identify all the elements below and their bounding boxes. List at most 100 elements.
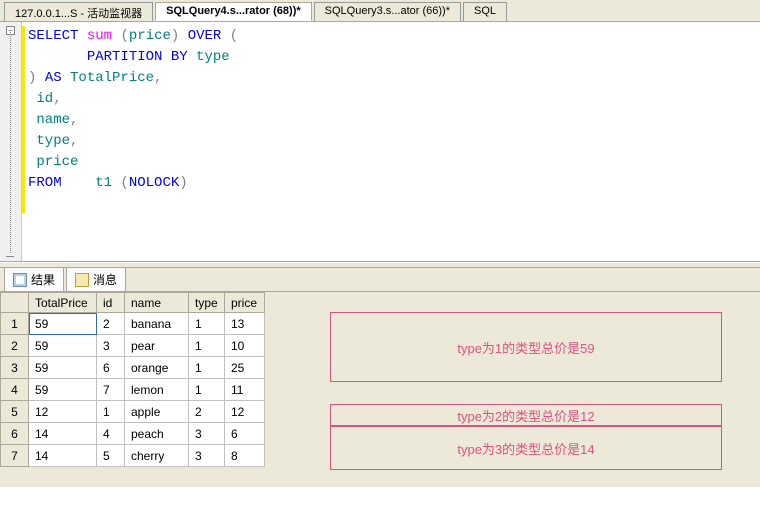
cell-type[interactable]: 3: [189, 445, 225, 467]
cell-id[interactable]: 7: [97, 379, 125, 401]
cell-price[interactable]: 10: [225, 335, 265, 357]
comma: ,: [70, 133, 78, 149]
row-number[interactable]: 6: [1, 423, 29, 445]
result-tabs: 结果 消息: [0, 268, 760, 292]
cell-price[interactable]: 12: [225, 401, 265, 423]
table-t1: t1: [95, 175, 112, 191]
col-type: type: [28, 133, 70, 149]
col-header-type[interactable]: type: [189, 293, 225, 313]
kw-partition: PARTITION: [87, 49, 163, 65]
cell-name[interactable]: orange: [125, 357, 189, 379]
row-number[interactable]: 5: [1, 401, 29, 423]
tab-messages[interactable]: 消息: [66, 267, 126, 292]
kw-select: SELECT: [28, 28, 78, 44]
cell-totalprice[interactable]: 59: [29, 357, 97, 379]
cell-totalprice[interactable]: 59: [29, 335, 97, 357]
table-row[interactable]: 4 59 7 lemon 1 11: [1, 379, 265, 401]
cell-price[interactable]: 13: [225, 313, 265, 335]
paren: (: [221, 28, 238, 44]
fold-line: [10, 30, 11, 253]
table-row[interactable]: 2 59 3 pear 1 10: [1, 335, 265, 357]
cell-type[interactable]: 1: [189, 335, 225, 357]
paren: ): [171, 28, 188, 44]
cell-type[interactable]: 2: [189, 401, 225, 423]
tab-results-label: 结果: [31, 271, 55, 288]
cell-type[interactable]: 1: [189, 313, 225, 335]
cell-totalprice[interactable]: 59: [29, 379, 97, 401]
cell-id[interactable]: 5: [97, 445, 125, 467]
table-row[interactable]: 7 14 5 cherry 3 8: [1, 445, 265, 467]
cell-type[interactable]: 3: [189, 423, 225, 445]
row-number[interactable]: 2: [1, 335, 29, 357]
table-row[interactable]: 1 59 2 banana 1 13: [1, 313, 265, 335]
cell-totalprice[interactable]: 59: [29, 313, 97, 335]
kw-nolock: NOLOCK: [129, 175, 179, 191]
results-grid[interactable]: TotalPrice id name type price 1 59 2 ban…: [0, 292, 265, 467]
cell-id[interactable]: 4: [97, 423, 125, 445]
col-price: price: [28, 154, 78, 170]
tab-messages-label: 消息: [93, 271, 117, 288]
corner-cell[interactable]: [1, 293, 29, 313]
kw-by: BY: [162, 49, 187, 65]
cell-price[interactable]: 8: [225, 445, 265, 467]
cell-price[interactable]: 6: [225, 423, 265, 445]
cell-id[interactable]: 1: [97, 401, 125, 423]
col-header-price[interactable]: price: [225, 293, 265, 313]
col-header-id[interactable]: id: [97, 293, 125, 313]
row-number[interactable]: 1: [1, 313, 29, 335]
tab-sqlquery3[interactable]: SQLQuery3.s...ator (66))*: [314, 2, 461, 21]
cell-totalprice[interactable]: 14: [29, 423, 97, 445]
message-icon: [75, 273, 89, 287]
indent: [28, 49, 87, 65]
kw-as: AS: [45, 70, 62, 86]
cell-name[interactable]: banana: [125, 313, 189, 335]
cell-name[interactable]: peach: [125, 423, 189, 445]
paren: ): [28, 70, 45, 86]
annotation-type1: type为1的类型总价是59: [330, 312, 722, 382]
table-row[interactable]: 3 59 6 orange 1 25: [1, 357, 265, 379]
cell-name[interactable]: pear: [125, 335, 189, 357]
col-price: price: [129, 28, 171, 44]
sql-editor[interactable]: SELECT sum (price) OVER ( PARTITION BY t…: [22, 22, 760, 261]
header-row: TotalPrice id name type price: [1, 293, 265, 313]
tab-sql-more[interactable]: SQL: [463, 2, 507, 21]
fn-sum: sum: [87, 28, 112, 44]
alias-totalprice: TotalPrice: [62, 70, 154, 86]
comma: ,: [53, 91, 61, 107]
editor-tabs: 127.0.0.1...S - 活动监视器 SQLQuery4.s...rato…: [0, 0, 760, 22]
tab-sqlquery4[interactable]: SQLQuery4.s...rator (68))*: [155, 2, 312, 21]
row-number[interactable]: 4: [1, 379, 29, 401]
tab-activity-monitor[interactable]: 127.0.0.1...S - 活动监视器: [4, 2, 153, 21]
cell-name[interactable]: lemon: [125, 379, 189, 401]
kw-over: OVER: [188, 28, 222, 44]
cell-name[interactable]: cherry: [125, 445, 189, 467]
tab-results[interactable]: 结果: [4, 267, 64, 292]
col-name: name: [28, 112, 70, 128]
col-id: id: [28, 91, 53, 107]
cell-id[interactable]: 2: [97, 313, 125, 335]
editor-gutter: −: [0, 22, 22, 261]
table-row[interactable]: 5 12 1 apple 2 12: [1, 401, 265, 423]
col-header-totalprice[interactable]: TotalPrice: [29, 293, 97, 313]
col-header-name[interactable]: name: [125, 293, 189, 313]
row-number[interactable]: 3: [1, 357, 29, 379]
cell-totalprice[interactable]: 12: [29, 401, 97, 423]
cell-totalprice[interactable]: 14: [29, 445, 97, 467]
cell-id[interactable]: 3: [97, 335, 125, 357]
annotation-type3: type为3的类型总价是14: [330, 426, 722, 470]
cell-name[interactable]: apple: [125, 401, 189, 423]
table-row[interactable]: 6 14 4 peach 3 6: [1, 423, 265, 445]
col-type: type: [188, 49, 230, 65]
row-number[interactable]: 7: [1, 445, 29, 467]
results-grid-wrap: TotalPrice id name type price 1 59 2 ban…: [0, 292, 760, 487]
grid-icon: [13, 273, 27, 287]
kw-from: FROM: [28, 175, 62, 191]
fold-end: [6, 256, 14, 257]
cell-price[interactable]: 25: [225, 357, 265, 379]
annotation-type2: type为2的类型总价是12: [330, 404, 722, 426]
sql-editor-pane: − SELECT sum (price) OVER ( PARTITION BY…: [0, 22, 760, 262]
cell-price[interactable]: 11: [225, 379, 265, 401]
cell-type[interactable]: 1: [189, 379, 225, 401]
cell-type[interactable]: 1: [189, 357, 225, 379]
cell-id[interactable]: 6: [97, 357, 125, 379]
